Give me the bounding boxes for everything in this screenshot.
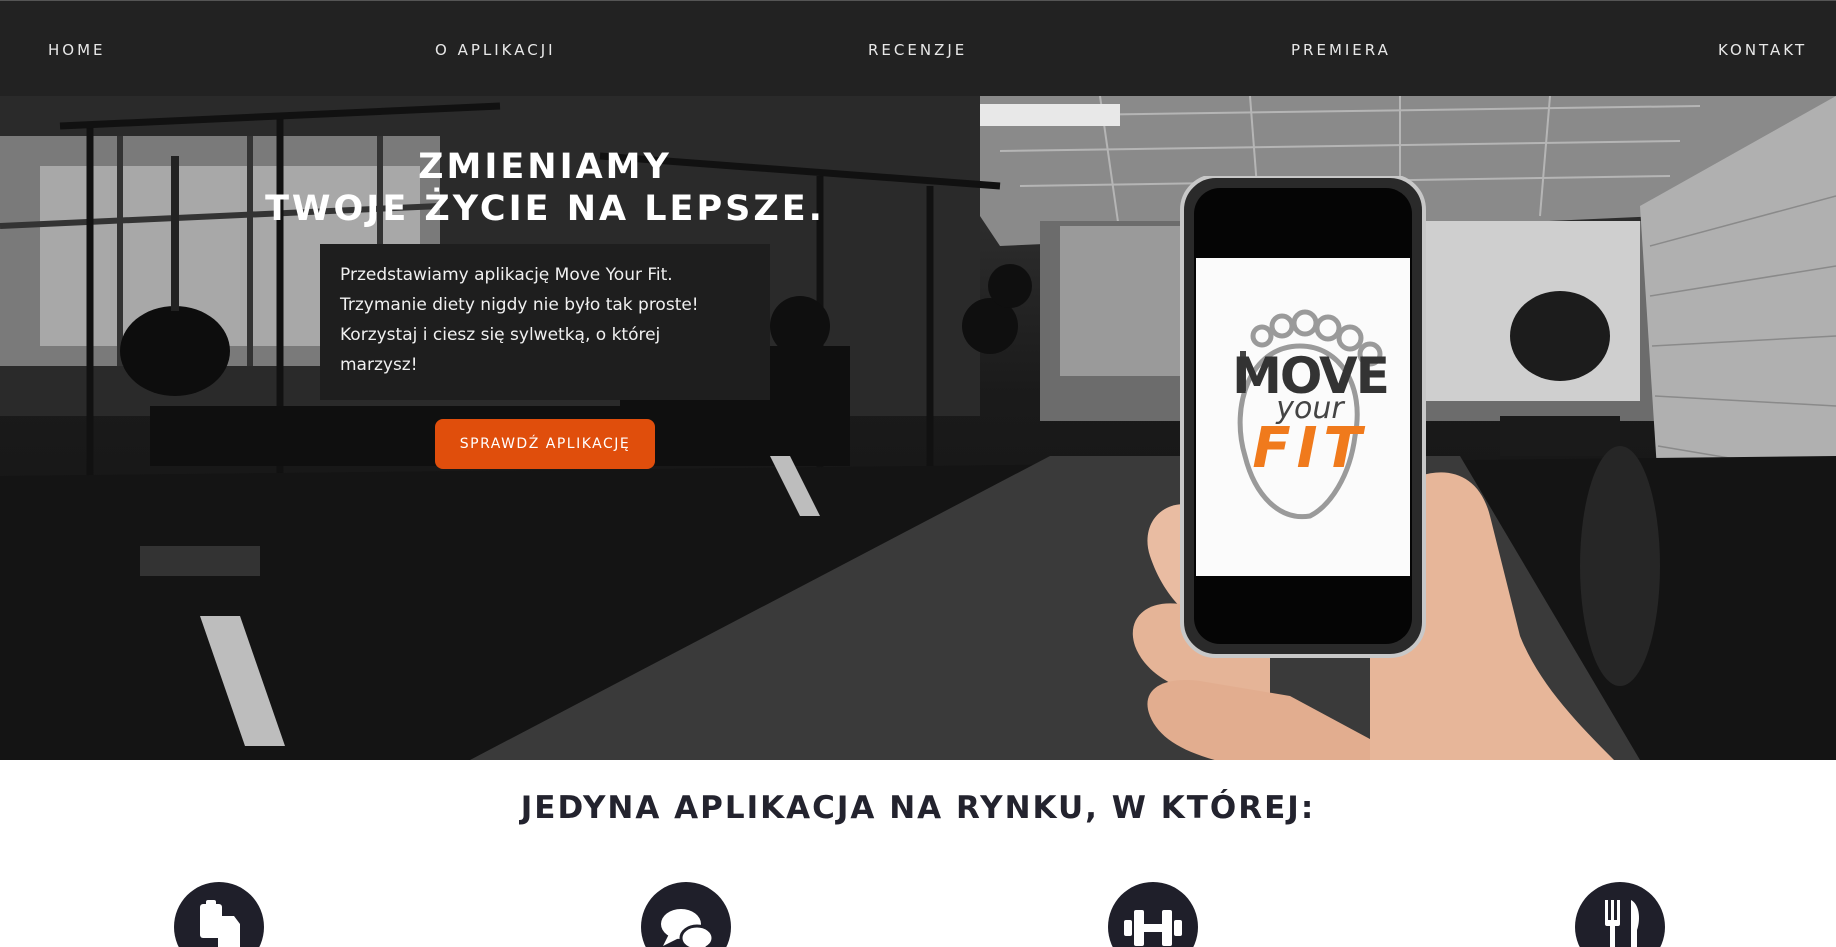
hero-description-line-1: Przedstawiamy aplikację Move Your Fit. bbox=[340, 265, 673, 285]
hero-description-box: Przedstawiamy aplikację Move Your Fit. T… bbox=[320, 244, 770, 400]
nav-item-o-aplikacji[interactable]: O APLIKACJI bbox=[435, 41, 556, 59]
nav-item-recenzje[interactable]: RECENZJE bbox=[868, 41, 967, 59]
check-app-button[interactable]: SPRAWDŹ APLIKACJĘ bbox=[435, 419, 655, 469]
hero-headline: ZMIENIAMY TWOJE ŻYCIE NA LEPSZE. bbox=[230, 146, 860, 230]
hero-description-line-3: Korzystaj i ciesz się sylwetką, o której bbox=[340, 325, 661, 345]
hero-section: ZMIENIAMY TWOJE ŻYCIE NA LEPSZE. Przedst… bbox=[0, 96, 1836, 760]
hero-headline-line-1: ZMIENIAMY bbox=[418, 147, 672, 187]
fork-knife-icon bbox=[1575, 882, 1665, 947]
hero-headline-line-2: TWOJE ŻYCIE NA LEPSZE. bbox=[265, 189, 825, 229]
nav-item-home[interactable]: HOME bbox=[48, 41, 106, 59]
hero-description-line-2: Trzymanie diety nigdy nie było tak prost… bbox=[340, 295, 699, 315]
hero-description-line-4: marzysz! bbox=[340, 355, 418, 375]
chat-bubbles-icon bbox=[641, 882, 731, 947]
features-title: JEDYNA APLIKACJA NA RYNKU, W KTÓREJ: bbox=[520, 790, 1316, 826]
nav-item-premiera[interactable]: PREMIERA bbox=[1291, 41, 1391, 59]
dumbbell-icon bbox=[1108, 882, 1198, 947]
documents-icon bbox=[174, 882, 264, 947]
top-navigation: HOME O APLIKACJI RECENZJE PREMIERA KONTA… bbox=[0, 0, 1836, 96]
nav-item-kontakt[interactable]: KONTAKT bbox=[1718, 41, 1807, 59]
app-logo: MOVE your FIT bbox=[1230, 351, 1390, 477]
app-logo-fit: FIT bbox=[1252, 416, 1368, 481]
phone-in-hand-image: MOVE your FIT bbox=[1120, 174, 1620, 760]
